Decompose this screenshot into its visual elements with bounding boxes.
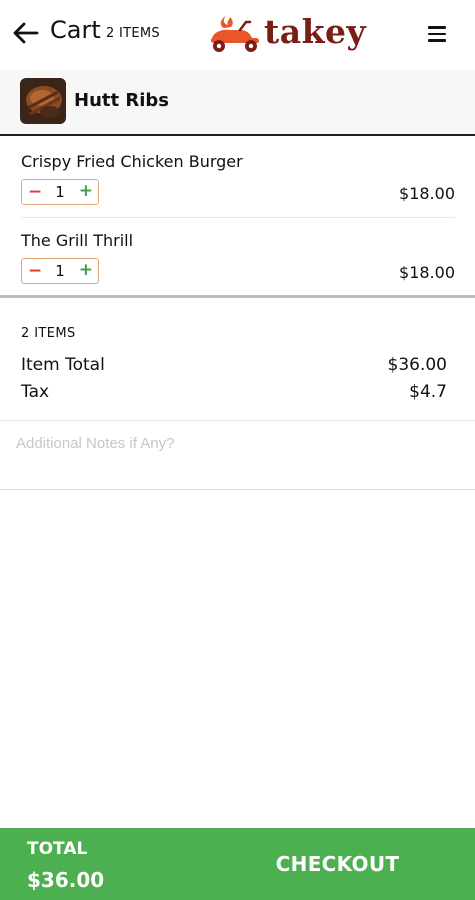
- item-price: $18.00: [399, 184, 455, 203]
- restaurant-header: Hutt Ribs: [0, 70, 475, 136]
- cart-item: The Grill Thrill − 1 + $18.00: [0, 217, 475, 295]
- item-price: $18.00: [399, 263, 455, 282]
- increase-quantity-button[interactable]: +: [79, 180, 93, 202]
- cart-items-list: Crispy Fried Chicken Burger − 1 + $18.00…: [0, 138, 475, 298]
- increase-quantity-button[interactable]: +: [79, 259, 93, 281]
- bill-summary: 2 ITEMS Item Total $36.00 Tax $4.7: [0, 301, 475, 421]
- notes-section: [0, 422, 475, 490]
- item-total-label: Item Total: [21, 355, 105, 375]
- checkout-bar: TOTAL $36.00 CHECKOUT: [0, 828, 475, 900]
- item-total-value: $36.00: [387, 355, 447, 375]
- restaurant-thumbnail: [20, 78, 66, 124]
- tax-value: $4.7: [409, 382, 447, 402]
- page-title: Cart: [50, 16, 101, 44]
- restaurant-name: Hutt Ribs: [74, 90, 169, 111]
- quantity-stepper: − 1 +: [21, 258, 99, 284]
- logo-text: takey: [264, 12, 367, 51]
- total-label: TOTAL: [27, 839, 88, 859]
- quantity-stepper: − 1 +: [21, 179, 99, 205]
- item-name: Crispy Fried Chicken Burger: [21, 152, 243, 171]
- tax-label: Tax: [21, 382, 50, 402]
- item-name: The Grill Thrill: [21, 231, 134, 250]
- additional-notes-input[interactable]: [16, 432, 456, 454]
- arrow-left-icon: [13, 22, 39, 44]
- total-value: $36.00: [27, 868, 105, 892]
- back-button[interactable]: [10, 17, 42, 49]
- takey-logo: takey: [206, 10, 366, 58]
- cart-item-count: 2 ITEMS: [106, 26, 160, 41]
- menu-button[interactable]: [428, 26, 446, 42]
- summary-item-count: 2 ITEMS: [21, 326, 76, 341]
- app-header: Cart 2 ITEMS takey: [0, 0, 475, 68]
- checkout-button[interactable]: CHECKOUT: [200, 828, 475, 900]
- cart-item: Crispy Fried Chicken Burger − 1 + $18.00: [0, 138, 475, 218]
- hamburger-menu-icon: [428, 26, 446, 29]
- scooter-logo-icon: [210, 16, 260, 52]
